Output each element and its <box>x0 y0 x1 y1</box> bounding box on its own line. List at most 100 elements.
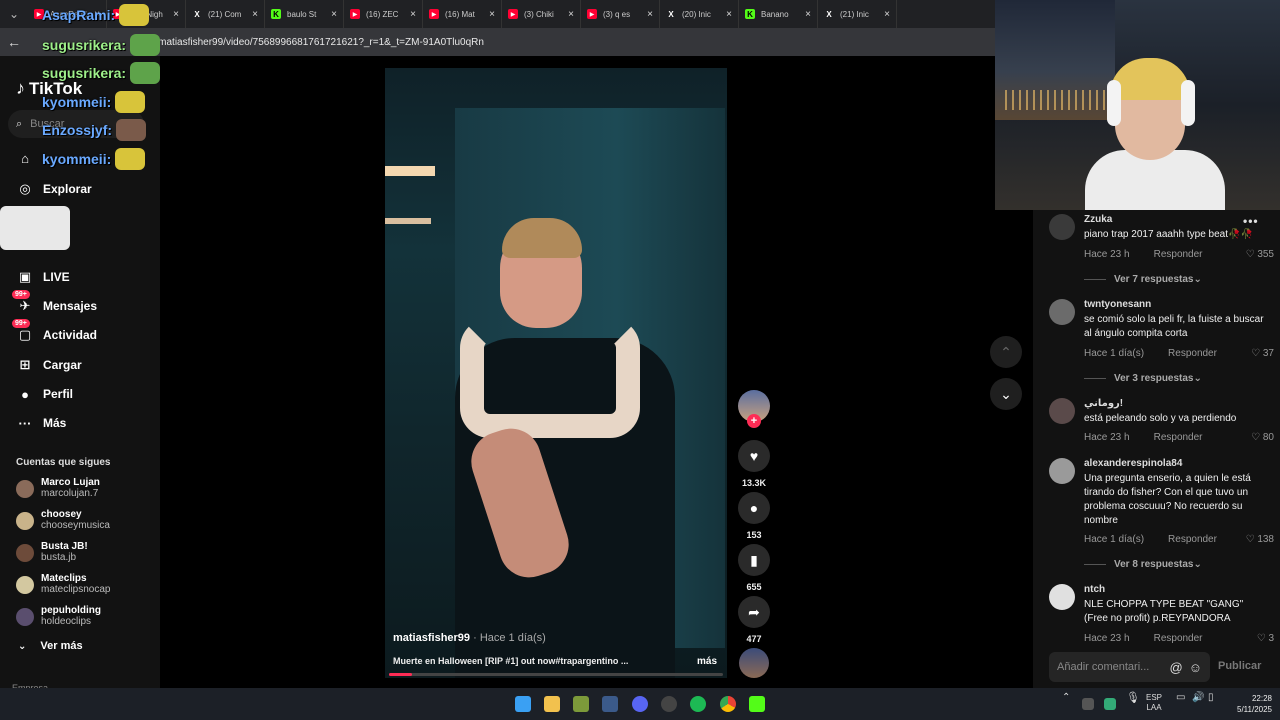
chat-emote-icon <box>116 119 147 141</box>
tab-close-icon[interactable]: × <box>252 9 258 20</box>
tab-close-icon[interactable]: × <box>331 9 337 20</box>
avatar[interactable] <box>1049 299 1075 325</box>
chrome-icon[interactable] <box>720 696 736 712</box>
nav-item-profile[interactable]: ● Perfil <box>16 382 73 406</box>
browser-tab[interactable]: X (20) Inic × <box>660 0 739 28</box>
spotify-icon[interactable] <box>690 696 706 712</box>
nav-item-upload[interactable]: ⊞ Cargar <box>16 353 82 377</box>
more-options-icon[interactable]: ••• <box>1243 214 1259 228</box>
comment-input[interactable]: Añadir comentari... @ ☺ <box>1049 652 1210 682</box>
mention-icon[interactable]: @ <box>1170 660 1183 675</box>
comment-username[interactable]: twntyonesann <box>1084 299 1151 310</box>
reply-button[interactable]: Responder <box>1154 249 1203 260</box>
tray-app-icon[interactable] <box>1104 698 1116 710</box>
tab-close-icon[interactable]: × <box>568 9 574 20</box>
url-field[interactable]: @matiasfisher99/video/756899668176172162… <box>148 37 484 48</box>
avatar[interactable] <box>1049 214 1075 240</box>
language-indicator[interactable]: ESP LAA <box>1146 693 1162 713</box>
nav-item-live[interactable]: ▣ LIVE <box>16 265 70 289</box>
youtube-icon: ▶ <box>350 9 360 19</box>
browser-tab[interactable]: K Banano × <box>739 0 818 28</box>
comment-username[interactable]: ntch <box>1084 584 1105 595</box>
browser-tab[interactable]: Kbaulo St × <box>265 0 344 28</box>
next-video-button[interactable]: ⌄ <box>990 378 1022 410</box>
tab-close-icon[interactable]: × <box>726 9 732 20</box>
like-button[interactable]: ♥ 13.3K <box>738 440 770 488</box>
browser-tab[interactable]: ▶ (16) Mat × <box>423 0 502 28</box>
comment-like-button[interactable]: ♡ 3 <box>1257 633 1274 644</box>
following-account[interactable]: choosey chooseymusica <box>16 509 110 532</box>
following-account[interactable]: Mateclips mateclipsnocap <box>16 573 110 596</box>
view-replies-button[interactable]: Ver 7 respuestas ⌄ <box>1084 274 1202 285</box>
tray-app-icon[interactable] <box>1082 698 1094 710</box>
reply-button[interactable]: Responder <box>1168 534 1217 545</box>
comment-like-button[interactable]: ♡ 355 <box>1246 249 1274 260</box>
browser-tab[interactable]: X (21) Inic × <box>818 0 897 28</box>
previous-video-button[interactable]: ⌃ <box>990 336 1022 368</box>
browser-tab[interactable]: ▶ (3) Chiki × <box>502 0 581 28</box>
avatar <box>16 479 34 498</box>
clock[interactable]: 22:28 5/11/2025 <box>1237 693 1272 715</box>
windows-start-icon[interactable] <box>515 696 531 712</box>
video-caption: Muerte en Halloween [RIP #1] out now#tra… <box>393 656 629 666</box>
comment-like-button[interactable]: ♡ 37 <box>1251 348 1274 359</box>
steam-icon[interactable] <box>602 696 618 712</box>
share-button[interactable]: ➦ 477 <box>738 596 770 644</box>
browser-tab[interactable]: ▶ (16) ZEC × <box>344 0 423 28</box>
comment-username[interactable]: Zzuka <box>1084 214 1112 225</box>
nav-item-compass[interactable]: ◎ Explorar <box>16 177 91 201</box>
tray-chevron-icon[interactable]: ⌃ <box>1062 693 1070 703</box>
battery-icon[interactable]: ▯ <box>1208 693 1214 703</box>
video-author[interactable]: matiasfisher99 · Hace 1 día(s) <box>393 632 546 644</box>
follow-plus-icon[interactable]: + <box>747 414 761 428</box>
following-account[interactable]: Marco Lujan marcolujan.7 <box>16 477 100 500</box>
volume-icon[interactable]: 🔊 <box>1192 693 1204 703</box>
webcam-overlay <box>995 0 1280 210</box>
tab-close-icon[interactable]: × <box>410 9 416 20</box>
back-icon[interactable]: ← <box>0 34 28 50</box>
save-button[interactable]: ▮ 655 <box>738 544 770 592</box>
network-icon[interactable]: ▭ <box>1176 693 1185 703</box>
following-account[interactable]: pepuholding holdeoclips <box>16 605 101 628</box>
comment-like-button[interactable]: ♡ 80 <box>1251 432 1274 443</box>
video-player[interactable] <box>385 68 727 678</box>
nav-item-activity[interactable]: ▢ 99+ Actividad <box>12 319 97 347</box>
comment-button[interactable]: ● 153 <box>738 492 770 540</box>
see-more-button[interactable]: ⌄ Ver más <box>18 640 83 652</box>
tab-close-icon[interactable]: × <box>173 9 179 20</box>
avatar[interactable] <box>1049 458 1075 484</box>
microphone-icon[interactable]: 🎙 <box>1126 693 1140 704</box>
tab-close-icon[interactable]: × <box>805 9 811 20</box>
tab-close-icon[interactable]: × <box>884 9 890 20</box>
browser-tab[interactable]: ▶ (3) q es × <box>581 0 660 28</box>
discord-icon[interactable] <box>632 696 648 712</box>
comment-username[interactable]: alexanderespinola84 <box>1084 458 1182 469</box>
reply-button[interactable]: Responder <box>1154 633 1203 644</box>
comment-like-button[interactable]: ♡ 138 <box>1246 534 1274 545</box>
emoji-icon[interactable]: ☺ <box>1189 660 1202 675</box>
file-explorer-icon[interactable] <box>544 696 560 712</box>
tab-close-icon[interactable]: × <box>489 9 495 20</box>
nav-home[interactable]: ⌂ <box>16 146 43 170</box>
publish-button[interactable]: Publicar <box>1218 660 1261 672</box>
following-account[interactable]: Busta JB! busta.jb <box>16 541 88 564</box>
comment-username[interactable]: روماني! <box>1084 398 1123 409</box>
kick-icon[interactable] <box>749 696 765 712</box>
app-icon[interactable] <box>573 696 589 712</box>
nav-item-messages[interactable]: ✈ 99+ Mensajes <box>12 290 97 318</box>
nav-item-more[interactable]: ··· Más <box>16 411 67 435</box>
reply-button[interactable]: Responder <box>1154 432 1203 443</box>
view-replies-button[interactable]: Ver 3 respuestas ⌄ <box>1084 373 1202 384</box>
view-replies-button[interactable]: Ver 8 respuestas ⌄ <box>1084 559 1202 570</box>
tab-close-icon[interactable]: × <box>647 9 653 20</box>
reply-button[interactable]: Responder <box>1168 348 1217 359</box>
tab-search-icon[interactable]: ⌄ <box>0 0 28 28</box>
avatar[interactable] <box>1049 398 1075 424</box>
browser-tab[interactable]: X (21) Com × <box>186 0 265 28</box>
music-disc[interactable] <box>739 648 769 678</box>
caption-more-button[interactable]: más <box>697 656 717 667</box>
chevron-up-icon: ⌃ <box>1000 343 1012 360</box>
video-progress-bar[interactable] <box>389 673 723 676</box>
obs-icon[interactable] <box>661 696 677 712</box>
avatar[interactable] <box>1049 584 1075 610</box>
